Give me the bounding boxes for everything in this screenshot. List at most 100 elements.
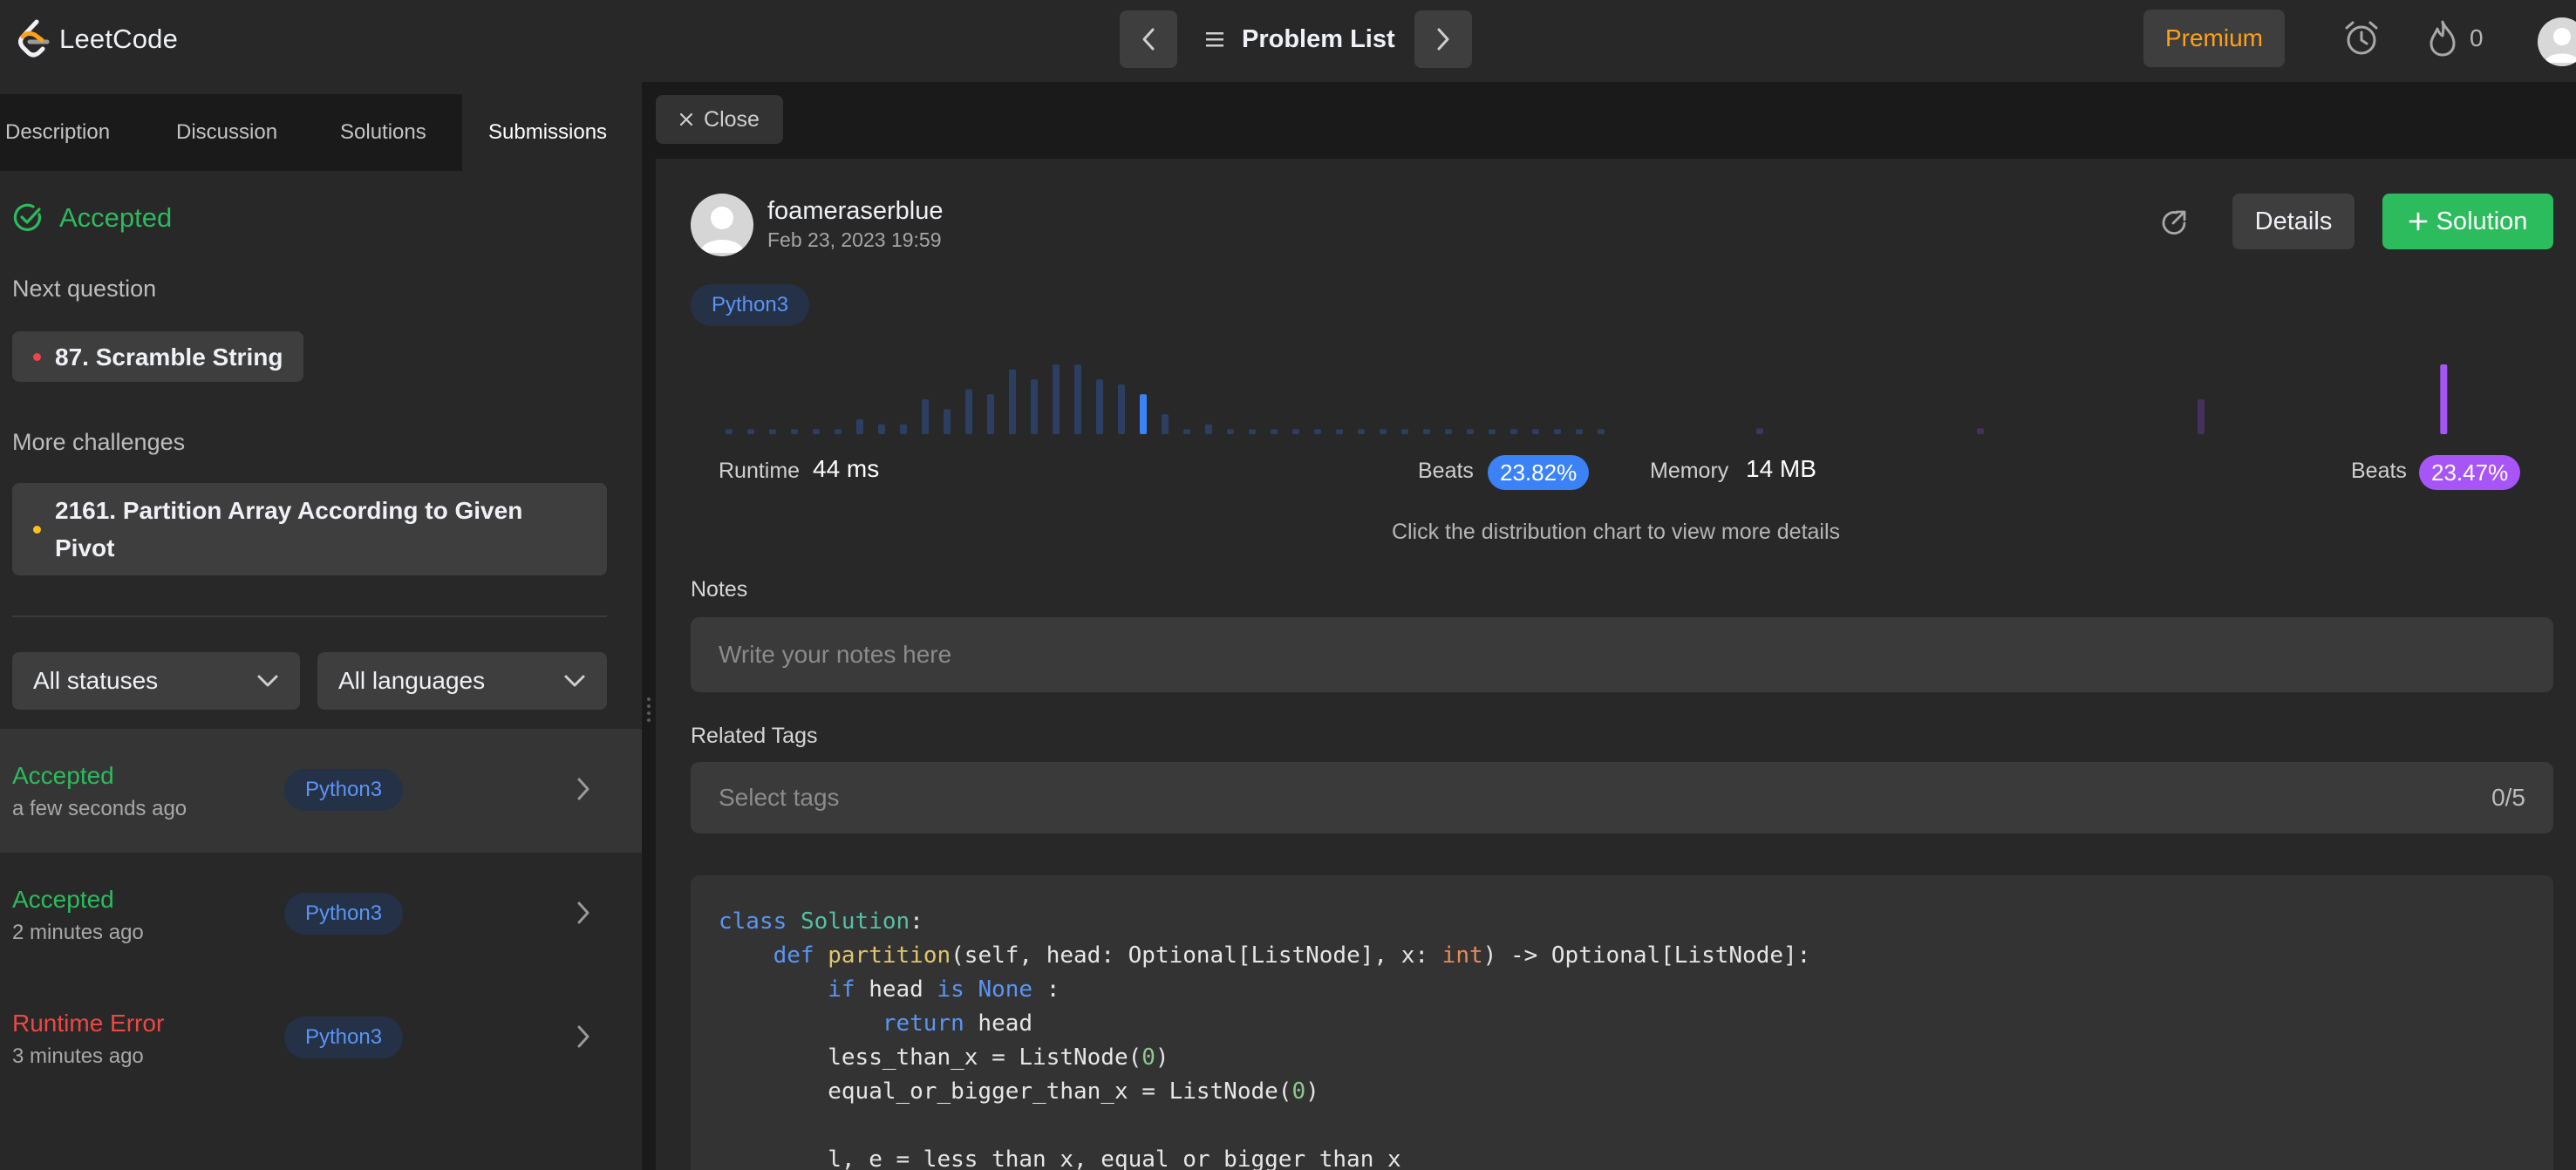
submission-date: Feb 23, 2023 19:59: [767, 228, 942, 251]
runtime-distribution-bar[interactable]: [1532, 429, 1539, 434]
runtime-distribution-bar[interactable]: [1489, 429, 1496, 434]
code-line: return head: [882, 1010, 1033, 1037]
runtime-distribution-bar[interactable]: [747, 429, 754, 434]
runtime-distribution-bar[interactable]: [965, 389, 972, 434]
runtime-distribution-bar[interactable]: [1510, 429, 1517, 434]
post-solution-button[interactable]: Solution: [2382, 194, 2553, 249]
runtime-distribution-bar[interactable]: [835, 429, 842, 434]
submission-row[interactable]: Accepted 2 minutes ago Python3: [0, 853, 642, 976]
runtime-distribution-bar[interactable]: [944, 409, 951, 434]
problem-list-button[interactable]: Problem List: [1205, 19, 1395, 59]
timer-button[interactable]: [2342, 19, 2381, 58]
runtime-distribution-bar[interactable]: [1271, 429, 1278, 434]
runtime-label: Runtime: [719, 459, 801, 483]
runtime-distribution-bar[interactable]: [1467, 429, 1474, 434]
code-line: if head is None :: [828, 976, 1060, 1003]
status-filter-value: All statuses: [33, 667, 159, 694]
user-avatar-icon: [2545, 28, 2576, 63]
close-detail-button[interactable]: Close: [656, 95, 783, 144]
runtime-distribution-bar[interactable]: [1227, 429, 1234, 434]
tags-count: 0/5: [2491, 784, 2525, 811]
code-viewer[interactable]: class Solution: def partition(self, head…: [691, 875, 2553, 1170]
submission-time: 3 minutes ago: [12, 1044, 144, 1068]
submission-row[interactable]: Runtime Error 3 minutes ago Python3: [0, 976, 642, 1100]
runtime-distribution-bar[interactable]: [1358, 429, 1365, 434]
runtime-distribution-bar[interactable]: [1053, 364, 1060, 434]
runtime-distribution-bar[interactable]: [1118, 384, 1125, 434]
chevron-down-icon: [564, 675, 585, 687]
flame-icon: [2429, 20, 2456, 57]
submission-status: Accepted: [12, 762, 114, 789]
runtime-distribution-bar[interactable]: [922, 399, 929, 434]
runtime-distribution-bar[interactable]: [1183, 429, 1190, 434]
runtime-distribution-bar[interactable]: [878, 424, 885, 434]
runtime-distribution-bar[interactable]: [1423, 429, 1430, 434]
list-icon: [1206, 32, 1223, 47]
details-button[interactable]: Details: [2232, 194, 2355, 249]
result-status-text: Accepted: [59, 202, 173, 233]
submitter-name[interactable]: foameraserblue: [767, 197, 944, 226]
notes-label: Notes: [691, 577, 748, 602]
memory-distribution-bar[interactable]: [2198, 399, 2205, 434]
runtime-beats-label: Beats: [1418, 459, 1474, 483]
leetcode-logo[interactable]: LeetCode: [16, 19, 178, 59]
prev-problem-button[interactable]: [1120, 10, 1177, 68]
panel-resize-handle[interactable]: [642, 82, 656, 1170]
share-button[interactable]: [2159, 207, 2189, 237]
tab-discussion[interactable]: Discussion: [176, 94, 277, 171]
chart-hint: Click the distribution chart to view mor…: [1391, 520, 1841, 544]
runtime-distribution-bar[interactable]: [1162, 414, 1169, 434]
close-icon: [679, 112, 693, 126]
runtime-distribution-bar[interactable]: [1074, 364, 1081, 434]
user-avatar[interactable]: [2538, 17, 2576, 66]
runtime-distribution-bar[interactable]: [791, 429, 798, 434]
status-filter-select[interactable]: All statuses: [12, 652, 300, 710]
runtime-distribution-bar[interactable]: [1554, 429, 1561, 434]
runtime-distribution-bar[interactable]: [1205, 424, 1212, 434]
runtime-distribution-bar[interactable]: [1336, 429, 1343, 434]
notes-field[interactable]: [691, 617, 2553, 692]
runtime-distribution-bar[interactable]: [1576, 429, 1583, 434]
notes-input[interactable]: [719, 641, 2525, 669]
tab-solutions[interactable]: Solutions: [340, 94, 426, 171]
check-circle-icon: [13, 203, 41, 231]
memory-distribution-bar[interactable]: [1756, 428, 1763, 434]
submission-row[interactable]: Accepted a few seconds ago Python3: [0, 729, 642, 853]
runtime-distribution-bar[interactable]: [1445, 429, 1452, 434]
runtime-distribution-bar[interactable]: [1380, 429, 1387, 434]
challenge-title-line1: 2161. Partition Array According to Given: [55, 497, 523, 524]
runtime-distribution-bar[interactable]: [1314, 429, 1321, 434]
post-solution-label: Solution: [2436, 207, 2528, 235]
tags-select[interactable]: Select tags 0/5: [691, 762, 2553, 833]
runtime-beats-badge: 23.82%: [1488, 455, 1590, 490]
distribution-chart[interactable]: [691, 357, 2553, 445]
streak-counter[interactable]: 0: [2428, 19, 2484, 58]
runtime-distribution-bar[interactable]: [813, 429, 820, 434]
runtime-distribution-bar[interactable]: [1292, 429, 1299, 434]
runtime-distribution-bar[interactable]: [900, 424, 907, 434]
runtime-distribution-bar[interactable]: [1598, 429, 1605, 434]
challenge-chip[interactable]: 2161. Partition Array According to Given…: [12, 483, 607, 575]
runtime-distribution-bar[interactable]: [856, 418, 863, 434]
more-challenges-label: More challenges: [12, 429, 186, 455]
next-problem-button[interactable]: [1414, 10, 1472, 68]
runtime-distribution-bar[interactable]: [769, 429, 776, 434]
runtime-distribution-bar[interactable]: [1096, 379, 1103, 434]
language-filter-select[interactable]: All languages: [317, 652, 607, 710]
memory-distribution-bar[interactable]: [1977, 428, 1984, 434]
next-question-chip[interactable]: 87. Scramble String: [12, 331, 304, 382]
runtime-distribution-bar[interactable]: [1401, 429, 1408, 434]
premium-button[interactable]: Premium: [2143, 10, 2285, 67]
memory-distribution-bar[interactable]: [2440, 364, 2448, 434]
runtime-distribution-bar[interactable]: [726, 429, 733, 434]
runtime-distribution-bar[interactable]: [1009, 369, 1016, 434]
runtime-distribution-bar[interactable]: [987, 394, 994, 434]
runtime-distribution-bar[interactable]: [1140, 394, 1147, 434]
runtime-distribution-bar[interactable]: [1249, 429, 1256, 434]
tab-submissions[interactable]: Submissions: [462, 94, 642, 171]
submitter-avatar[interactable]: [691, 194, 753, 256]
runtime-distribution-bar[interactable]: [1031, 379, 1038, 434]
chevron-right-icon: [1437, 28, 1449, 51]
memory-beats-label: Beats: [2351, 459, 2407, 483]
tab-description[interactable]: Description: [5, 94, 110, 171]
